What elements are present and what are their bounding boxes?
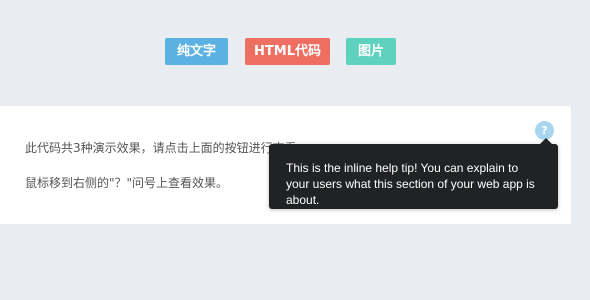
inline-help-tooltip: This is the inline help tip! You can exp…: [269, 138, 558, 209]
demo-page: 纯文字 HTML代码 图片 此代码共3种演示效果，请点击上面的按钮进行查看 鼠标…: [0, 0, 590, 300]
tooltip-arrow: [540, 138, 552, 144]
demo-button-row: 纯文字 HTML代码 图片: [0, 38, 590, 65]
html-code-button[interactable]: HTML代码: [245, 38, 330, 65]
demo-instruction-text: 此代码共3种演示效果，请点击上面的按钮进行查看: [25, 141, 297, 155]
tooltip-text: This is the inline help tip! You can exp…: [286, 161, 535, 207]
content-panel: 此代码共3种演示效果，请点击上面的按钮进行查看 鼠标移到右侧的"？"问号上查看效…: [0, 106, 571, 224]
plain-text-button[interactable]: 纯文字: [165, 38, 228, 65]
image-button[interactable]: 图片: [346, 38, 396, 65]
hover-instruction-text: 鼠标移到右侧的"？"问号上查看效果。: [25, 176, 229, 190]
